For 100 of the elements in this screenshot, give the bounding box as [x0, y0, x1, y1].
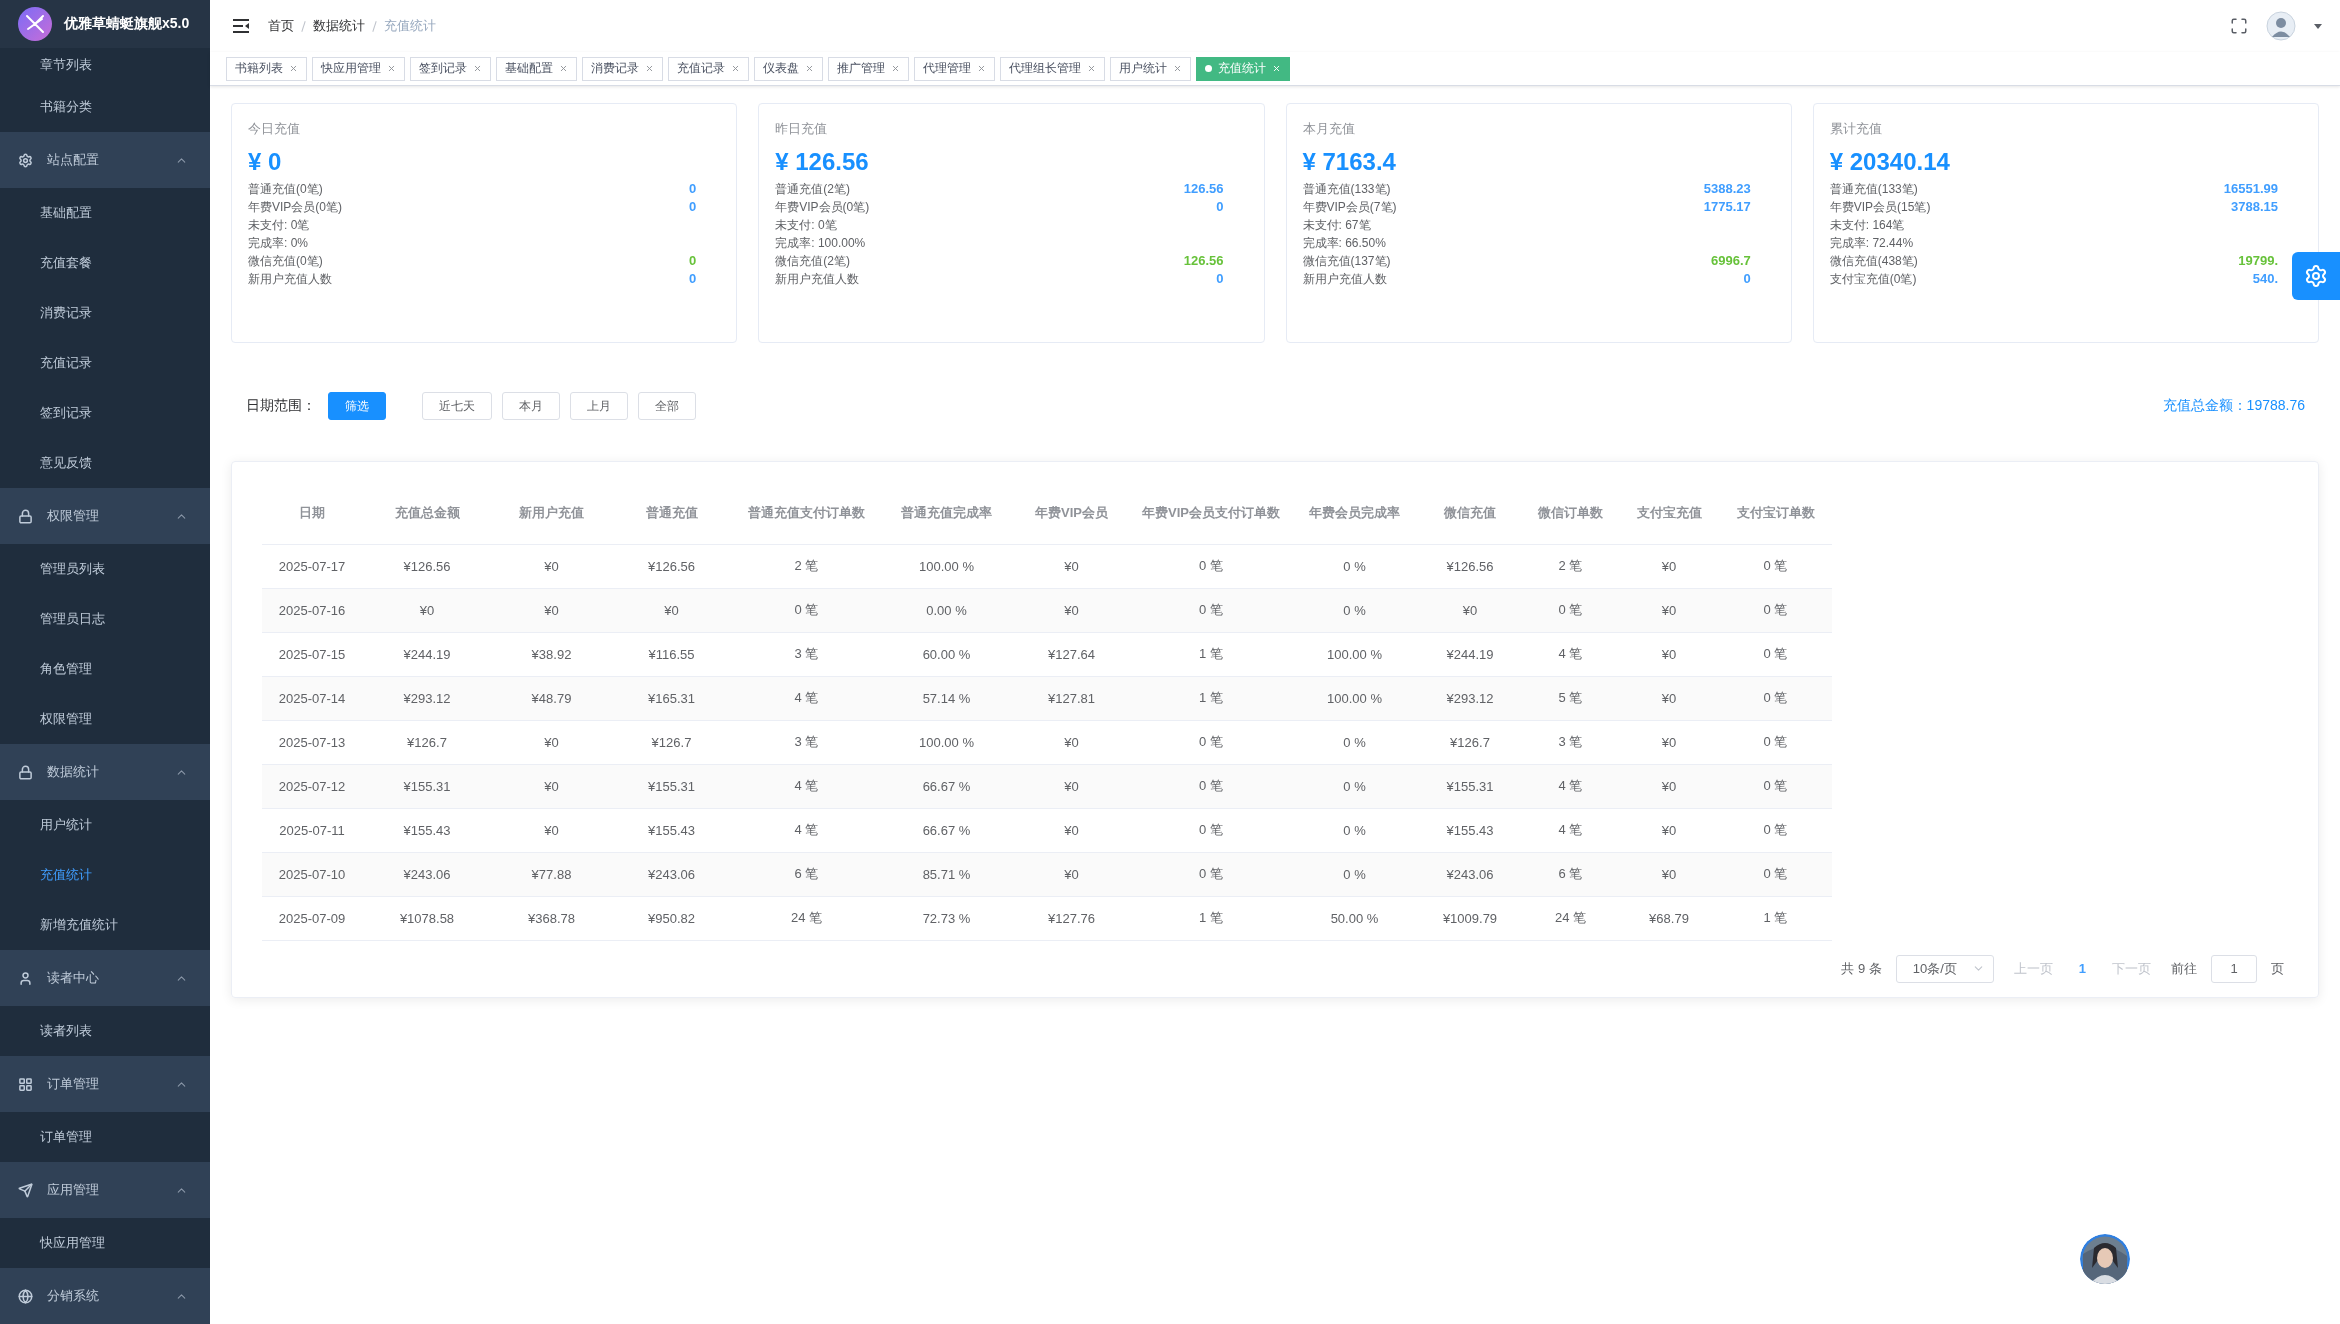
table-cell: 1 笔	[1131, 676, 1291, 720]
stat-label: 支付宝充值(0笔)	[1829, 271, 1917, 288]
table-cell: ¥0	[492, 720, 611, 764]
page-tab[interactable]: 推广管理	[828, 56, 909, 81]
table-cell: ¥155.43	[362, 808, 492, 852]
menu-group[interactable]: 读者中心	[0, 950, 210, 1006]
table-cell: 0 笔	[1131, 764, 1291, 808]
stat-label: 未支付: 67笔	[1302, 217, 1371, 234]
close-icon[interactable]	[977, 64, 986, 73]
page-tab[interactable]: 消费记录	[582, 56, 663, 81]
table-cell: ¥127.64	[1012, 632, 1131, 676]
paper-plane-icon	[18, 1182, 33, 1198]
table-cell: ¥950.82	[611, 896, 732, 940]
menu-group[interactable]: 应用管理	[0, 1162, 210, 1218]
table-cell: ¥165.31	[611, 676, 732, 720]
table-cell: 100.00 %	[881, 720, 1012, 764]
avatar-icon[interactable]	[2266, 11, 2296, 41]
table-cell: ¥0	[1619, 720, 1719, 764]
page-tab[interactable]: 代理管理	[914, 56, 995, 81]
menu-group[interactable]: 站点配置	[0, 132, 210, 188]
table-cell: 0 笔	[732, 588, 881, 632]
table-cell: 0 %	[1291, 588, 1418, 632]
goto-label: 前往	[2171, 959, 2197, 978]
table-cell: 0.00 %	[881, 588, 1012, 632]
page-tab[interactable]: 充值记录	[668, 56, 749, 81]
date-range-button[interactable]: 本月	[502, 392, 560, 420]
menu-group[interactable]: 分销系统	[0, 1268, 210, 1324]
table-cell: 1 笔	[1719, 896, 1832, 940]
stat-label: 微信充值(137笔)	[1302, 253, 1391, 270]
table-cell: 57.14 %	[881, 676, 1012, 720]
close-icon[interactable]	[891, 64, 900, 73]
menu-group[interactable]: 订单管理	[0, 1056, 210, 1112]
user-icon	[18, 970, 33, 986]
menu-toggle-icon[interactable]	[232, 19, 250, 33]
table-cell: 2 笔	[732, 544, 881, 588]
close-icon[interactable]	[473, 64, 482, 73]
table-cell: 3 笔	[1522, 720, 1619, 764]
table-cell: 66.67 %	[881, 764, 1012, 808]
table-cell: 0 笔	[1719, 808, 1832, 852]
table-cell: ¥293.12	[1418, 676, 1522, 720]
menu-group[interactable]: 数据统计	[0, 744, 210, 800]
table-cell: ¥155.31	[362, 764, 492, 808]
column-header: 年费会员完成率	[1291, 482, 1418, 544]
page-tab[interactable]: 基础配置	[496, 56, 577, 81]
close-icon[interactable]	[805, 64, 814, 73]
stat-label: 未支付: 164笔	[1829, 217, 1905, 234]
close-icon[interactable]	[559, 64, 568, 73]
stat-value: 0	[1216, 270, 1224, 288]
close-icon[interactable]	[1173, 64, 1182, 73]
table-cell: 3 笔	[732, 720, 881, 764]
table-cell: 0 %	[1291, 720, 1418, 764]
table-cell: ¥127.81	[1012, 676, 1131, 720]
page-tab[interactable]: 书籍列表	[226, 56, 307, 81]
caret-icon[interactable]	[2314, 23, 2322, 29]
close-icon[interactable]	[289, 64, 298, 73]
page-input[interactable]: 1	[2211, 954, 2257, 983]
table-cell: ¥38.92	[492, 632, 611, 676]
close-icon[interactable]	[645, 64, 654, 73]
table-cell: 0 笔	[1131, 544, 1291, 588]
page-size-select[interactable]: 10条/页	[1895, 954, 1994, 983]
fullscreen-icon[interactable]	[2230, 17, 2248, 35]
table-cell: 0 %	[1291, 544, 1418, 588]
table-cell: 0 笔	[1719, 632, 1832, 676]
column-header: 支付宝订单数	[1719, 482, 1832, 544]
close-icon[interactable]	[387, 64, 396, 73]
table-cell: ¥77.88	[492, 852, 611, 896]
stat-value: 1775.17	[1703, 198, 1751, 216]
table-cell: 4 笔	[732, 676, 881, 720]
table-cell: ¥0	[1619, 764, 1719, 808]
table-cell: 72.73 %	[881, 896, 1012, 940]
date-range-button[interactable]: 全部	[638, 392, 696, 420]
column-header: 微信订单数	[1522, 482, 1619, 544]
date-range-button[interactable]: 上月	[570, 392, 628, 420]
settings-button[interactable]	[2292, 252, 2340, 300]
table-cell: 24 笔	[732, 896, 881, 940]
table-cell: 4 笔	[1522, 764, 1619, 808]
table-cell: ¥244.19	[1418, 632, 1522, 676]
table-cell: ¥0	[1012, 808, 1131, 852]
page-tab[interactable]: 代理组长管理	[1000, 56, 1105, 81]
close-icon[interactable]	[731, 64, 740, 73]
table-cell: ¥155.31	[1418, 764, 1522, 808]
card-amount: ¥ 126.56	[775, 148, 870, 176]
breadcrumb-link[interactable]: 首页	[268, 17, 294, 35]
table-cell: 2025-07-09	[262, 896, 362, 940]
table-cell: ¥293.12	[362, 676, 492, 720]
page-tab[interactable]: 签到记录	[410, 56, 491, 81]
page-tab[interactable]: 仪表盘	[754, 56, 823, 81]
table-cell: 0 笔	[1131, 588, 1291, 632]
page-tab[interactable]: 快应用管理	[312, 56, 405, 81]
table-cell: ¥126.7	[362, 720, 492, 764]
table-cell: ¥0	[492, 588, 611, 632]
page-tab[interactable]: 用户统计	[1110, 56, 1191, 81]
breadcrumb-link[interactable]: 数据统计	[313, 17, 365, 35]
table-cell: 1 笔	[1131, 896, 1291, 940]
menu-group[interactable]: 权限管理	[0, 488, 210, 544]
table-cell: ¥0	[1619, 676, 1719, 720]
table-cell: 2025-07-13	[262, 720, 362, 764]
close-icon[interactable]	[1087, 64, 1096, 73]
stat-label: 年费VIP会员(0笔)	[775, 199, 870, 216]
date-range-button[interactable]: 近七天	[422, 392, 492, 420]
